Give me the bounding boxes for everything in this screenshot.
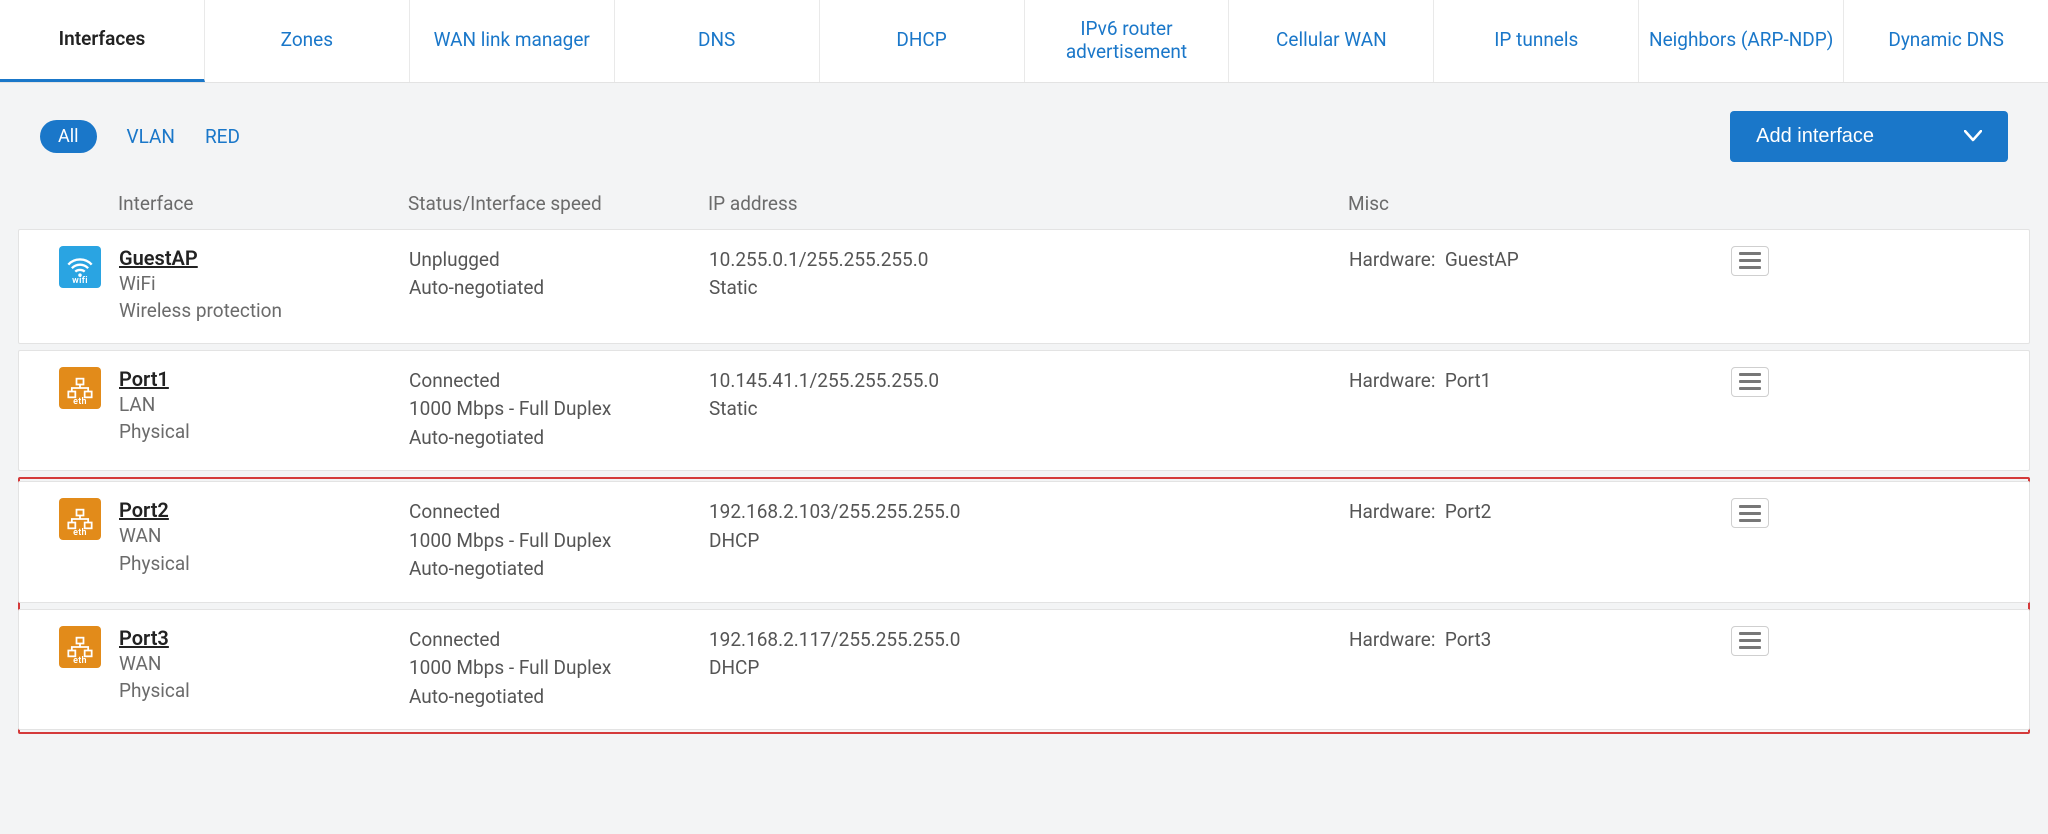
col-ip: IP address bbox=[708, 192, 1348, 215]
add-interface-button[interactable]: Add interface bbox=[1730, 111, 2008, 162]
interface-name-link[interactable]: Port1 bbox=[119, 367, 409, 391]
tab-neighbors-arp-ndp[interactable]: Neighbors (ARP-NDP) bbox=[1639, 0, 1844, 82]
ethernet-icon: eth bbox=[59, 626, 101, 668]
tab-interfaces[interactable]: Interfaces bbox=[0, 0, 205, 82]
ip-line: Static bbox=[709, 274, 1349, 303]
interface-type: WiFi bbox=[119, 270, 409, 298]
misc-label: Hardware: bbox=[1349, 248, 1435, 271]
ip-line: 192.168.2.117/255.255.255.0 bbox=[709, 626, 1349, 655]
status-line: 1000 Mbps - Full Duplex bbox=[409, 654, 709, 683]
tab-dynamic-dns[interactable]: Dynamic DNS bbox=[1844, 0, 2048, 82]
ip-line: DHCP bbox=[709, 527, 1349, 556]
misc-value: Port2 bbox=[1445, 500, 1492, 523]
status-line: Connected bbox=[409, 498, 709, 527]
filter-red[interactable]: RED bbox=[205, 125, 240, 148]
tab-wan-link-manager[interactable]: WAN link manager bbox=[410, 0, 615, 82]
ip-line: 10.145.41.1/255.255.255.0 bbox=[709, 367, 1349, 396]
interface-subtype: Physical bbox=[119, 550, 409, 578]
tab-dns[interactable]: DNS bbox=[615, 0, 820, 82]
tab-ipv6-router-advertisement[interactable]: IPv6 router advertisement bbox=[1025, 0, 1230, 82]
ethernet-icon: eth bbox=[59, 367, 101, 409]
misc-label: Hardware: bbox=[1349, 369, 1435, 392]
interface-type: WAN bbox=[119, 522, 409, 550]
col-interface: Interface bbox=[118, 192, 408, 215]
interface-row: eth Port2 WAN Physical Connected 1000 Mb… bbox=[18, 481, 2030, 603]
status-line: Auto-negotiated bbox=[409, 683, 709, 712]
interface-list: Interface Status/Interface speed IP addr… bbox=[0, 182, 2048, 753]
col-status: Status/Interface speed bbox=[408, 192, 708, 215]
status-line: Auto-negotiated bbox=[409, 555, 709, 584]
row-menu-button[interactable] bbox=[1731, 246, 1769, 276]
toolbar: All VLAN RED Add interface bbox=[0, 83, 2048, 182]
interface-row: eth Port1 LAN Physical Connected 1000 Mb… bbox=[18, 350, 2030, 472]
add-interface-label: Add interface bbox=[1756, 125, 1874, 148]
status-line: Unplugged bbox=[409, 246, 709, 275]
status-line: Connected bbox=[409, 626, 709, 655]
ip-line: DHCP bbox=[709, 654, 1349, 683]
misc-label: Hardware: bbox=[1349, 628, 1435, 651]
interface-name-link[interactable]: Port3 bbox=[119, 626, 409, 650]
ip-line: Static bbox=[709, 395, 1349, 424]
interface-subtype: Wireless protection bbox=[119, 297, 409, 325]
status-line: Connected bbox=[409, 367, 709, 396]
highlighted-rows: eth Port2 WAN Physical Connected 1000 Mb… bbox=[18, 477, 2030, 734]
ip-line: 10.255.0.1/255.255.255.0 bbox=[709, 246, 1349, 275]
interface-name-link[interactable]: Port2 bbox=[119, 498, 409, 522]
status-line: Auto-negotiated bbox=[409, 274, 709, 303]
chevron-down-icon bbox=[1964, 126, 1982, 147]
row-menu-button[interactable] bbox=[1731, 367, 1769, 397]
interface-row: eth Port3 WAN Physical Connected 1000 Mb… bbox=[18, 609, 2030, 731]
misc-value: Port1 bbox=[1445, 369, 1492, 392]
interface-subtype: Physical bbox=[119, 677, 409, 705]
tab-dhcp[interactable]: DHCP bbox=[820, 0, 1025, 82]
tab-cellular-wan[interactable]: Cellular WAN bbox=[1229, 0, 1434, 82]
status-line: Auto-negotiated bbox=[409, 424, 709, 453]
interface-subtype: Physical bbox=[119, 418, 409, 446]
top-tabs: Interfaces Zones WAN link manager DNS DH… bbox=[0, 0, 2048, 83]
misc-label: Hardware: bbox=[1349, 500, 1435, 523]
status-line: 1000 Mbps - Full Duplex bbox=[409, 395, 709, 424]
misc-value: Port3 bbox=[1445, 628, 1492, 651]
interface-type: WAN bbox=[119, 650, 409, 678]
interface-row: wifi GuestAP WiFi Wireless protection Un… bbox=[18, 229, 2030, 344]
tab-zones[interactable]: Zones bbox=[205, 0, 410, 82]
status-line: 1000 Mbps - Full Duplex bbox=[409, 527, 709, 556]
tab-ip-tunnels[interactable]: IP tunnels bbox=[1434, 0, 1639, 82]
misc-value: GuestAP bbox=[1445, 248, 1519, 271]
interface-type: LAN bbox=[119, 391, 409, 419]
wifi-icon: wifi bbox=[59, 246, 101, 288]
ethernet-icon: eth bbox=[59, 498, 101, 540]
filter-vlan[interactable]: VLAN bbox=[127, 125, 175, 148]
ip-line: 192.168.2.103/255.255.255.0 bbox=[709, 498, 1349, 527]
column-headers: Interface Status/Interface speed IP addr… bbox=[18, 182, 2030, 229]
filter-group: All VLAN RED bbox=[40, 120, 240, 153]
row-menu-button[interactable] bbox=[1731, 626, 1769, 656]
filter-all[interactable]: All bbox=[40, 120, 97, 153]
col-misc: Misc bbox=[1348, 192, 1708, 215]
interface-name-link[interactable]: GuestAP bbox=[119, 246, 409, 270]
row-menu-button[interactable] bbox=[1731, 498, 1769, 528]
